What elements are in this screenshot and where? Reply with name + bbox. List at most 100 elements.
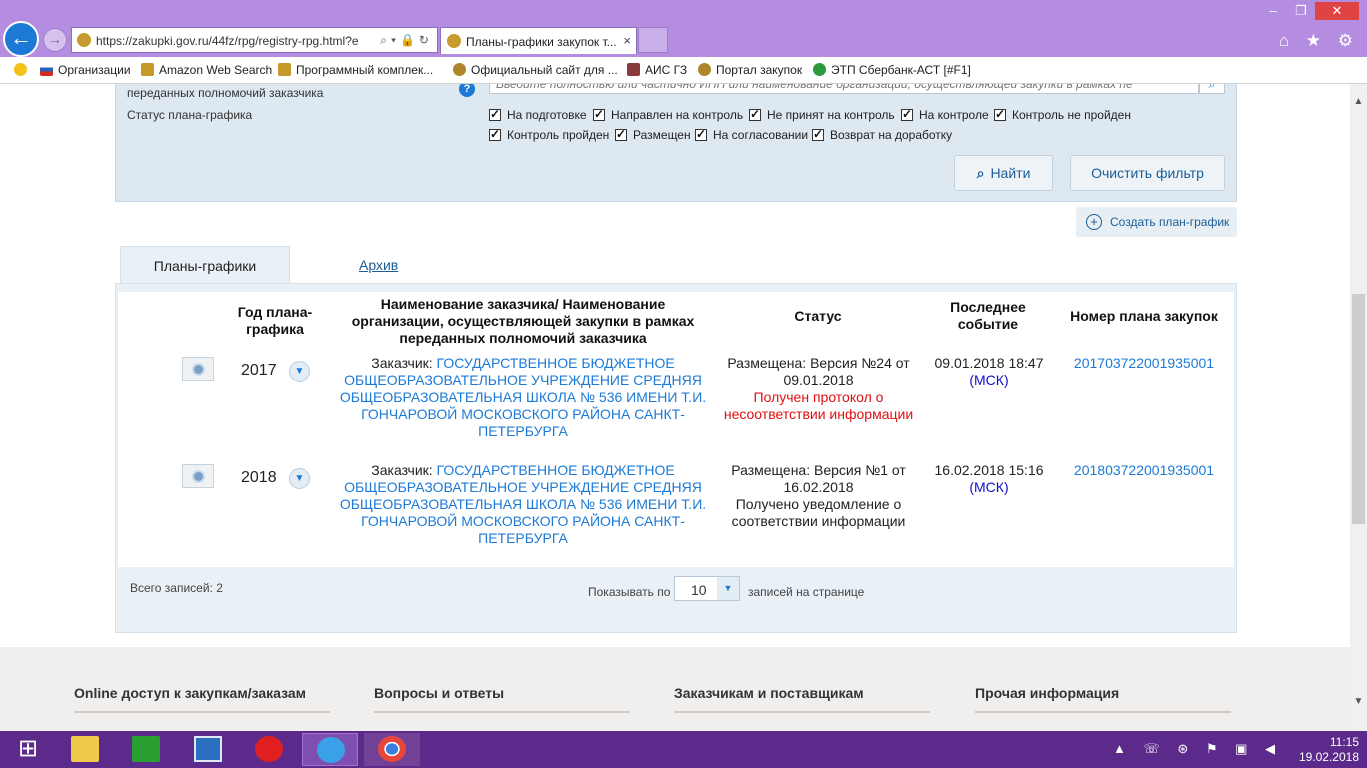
footer-heading[interactable]: Online доступ к закупкам/заказам (74, 685, 306, 701)
plan-number-link[interactable]: 201803722001935001 (1060, 462, 1228, 479)
minimize-button[interactable]: – (1259, 3, 1287, 18)
emblem-icon (698, 63, 711, 76)
start-icon: ⊞ (17, 735, 39, 762)
status-checkbox[interactable]: На контроле (901, 107, 989, 122)
chevron-down-icon[interactable]: ▼ (289, 468, 310, 489)
find-button[interactable]: ⌕ Найти (954, 155, 1053, 191)
tab-close-icon[interactable]: × (623, 33, 631, 48)
create-plan-button[interactable]: + Создать план-график (1076, 207, 1237, 237)
status-checkbox[interactable]: Возврат на доработку (812, 127, 952, 142)
status-checkbox[interactable]: На подготовке (489, 107, 587, 122)
view-plan-button[interactable] (182, 464, 214, 488)
favorite-item[interactable]: ЭТП Сбербанк-АСТ [#F1] (813, 63, 971, 77)
total-records: Всего записей: 2 (130, 581, 223, 595)
status-checkbox[interactable]: На согласовании (695, 127, 808, 142)
column-header-last-event[interactable]: Последнее событие (933, 299, 1043, 333)
chevron-down-icon[interactable]: ▼ (717, 577, 739, 600)
forward-arrow-icon: → (48, 31, 62, 47)
per-page-label: записей на странице (748, 585, 865, 599)
footer-divider (975, 711, 1231, 713)
favorite-item[interactable]: Amazon Web Search (141, 63, 272, 77)
status-checkbox[interactable]: Направлен на контроль (593, 107, 743, 122)
clock[interactable]: 11:15 19.02.2018 (1299, 735, 1359, 765)
plan-number-link[interactable]: 201703722001935001 (1060, 355, 1228, 372)
award-icon (192, 363, 205, 376)
back-button[interactable]: ← (3, 21, 39, 57)
footer-heading[interactable]: Заказчикам и поставщикам (674, 685, 864, 701)
column-header-status[interactable]: Статус (723, 308, 913, 325)
favorite-item[interactable]: АИС ГЗ (627, 63, 687, 77)
tab-archive[interactable]: Архив (359, 257, 398, 273)
page-content: переданных полномочий заказчика ? ⌕ Стат… (0, 84, 1350, 731)
plan-year: 2017 (241, 362, 277, 379)
address-bar[interactable]: https://zakupki.gov.ru/44fz/rpg/registry… (71, 27, 438, 53)
tab-title: Планы-графики закупок т... (466, 35, 617, 49)
address-url[interactable]: https://zakupki.gov.ru/44fz/rpg/registry… (96, 34, 364, 48)
chrome-icon (378, 736, 406, 762)
restore-button[interactable]: ❐ (1287, 3, 1315, 19)
footer-heading[interactable]: Вопросы и ответы (374, 685, 504, 701)
organization-search-input[interactable] (489, 84, 1199, 94)
sberbank-icon (813, 63, 826, 76)
clear-filter-button[interactable]: Очистить фильтр (1070, 155, 1225, 191)
favorite-item[interactable]: Организации (40, 63, 131, 77)
browser-titlebar: ← → https://zakupki.gov.ru/44fz/rpg/regi… (0, 0, 1367, 57)
taskbar-app[interactable] (241, 733, 297, 766)
help-icon[interactable]: ? (459, 84, 475, 97)
column-header-customer[interactable]: Наименование заказчика/ Наименование орг… (336, 296, 710, 347)
ie-page-icon (278, 63, 291, 76)
page-size-select[interactable]: 10 ▼ (674, 576, 740, 601)
view-plan-button[interactable] (182, 357, 214, 381)
scrollbar-thumb[interactable] (1352, 294, 1365, 524)
taskbar-app[interactable] (180, 733, 236, 766)
status-checkbox[interactable]: Не принят на контроль (749, 107, 895, 122)
status-note: Получен протокол о несоответствии информ… (723, 389, 914, 422)
taskbar-app-active[interactable] (302, 733, 358, 766)
taskbar: ⊞ ▲ ☏ ⊛ ⚑ ▣ ◀ 11:15 19.02.2018 (0, 731, 1367, 768)
column-header-plan-number[interactable]: Номер плана закупок (1060, 308, 1228, 325)
footer-divider (374, 711, 630, 713)
toolbar-home-favorites-settings-icon[interactable]: ⌂ ★ ⚙ (1279, 31, 1359, 51)
status-cell: Размещена: Версия №1 от 16.02.2018 Получе… (717, 462, 920, 530)
status-checkbox[interactable]: Контроль пройден (489, 127, 609, 142)
column-header-year[interactable]: Год плана-графика (230, 304, 320, 338)
page-size-value: 10 (691, 582, 707, 598)
chevron-down-icon[interactable]: ▼ (289, 361, 310, 382)
forward-button[interactable]: → (43, 28, 67, 52)
favorite-item[interactable]: Программный комплек... (278, 63, 433, 77)
tools-icon (627, 63, 640, 76)
vertical-scrollbar[interactable]: ▲ ▼ (1350, 84, 1367, 731)
last-event-cell: 16.02.2018 15:16 (МСК) (934, 462, 1044, 495)
favorite-item[interactable]: Официальный сайт для ... (453, 63, 618, 77)
footer-divider (74, 711, 330, 713)
new-tab-button[interactable] (638, 27, 668, 53)
status-checkbox[interactable]: Контроль не пройден (994, 107, 1131, 122)
favorite-item[interactable]: Портал закупок (698, 63, 802, 77)
taskbar-app[interactable] (364, 733, 420, 766)
taskbar-app[interactable] (118, 733, 174, 766)
yandex-icon (255, 736, 283, 762)
ie-page-icon (141, 63, 154, 76)
taskbar-app[interactable] (57, 733, 113, 766)
status-note: Получено уведомление о соответствии инфо… (731, 496, 906, 529)
results-panel: Год плана-графика Наименование заказчика… (115, 283, 1237, 633)
plan-year: 2018 (241, 469, 277, 486)
filter-label-status: Статус плана-графика (127, 108, 253, 122)
system-tray-icons[interactable]: ▲ ☏ ⊛ ⚑ ▣ ◀ (1113, 741, 1282, 757)
footer-divider (674, 711, 930, 713)
back-arrow-icon: ← (10, 25, 32, 50)
start-button[interactable]: ⊞ (0, 733, 56, 766)
close-window-button[interactable]: ✕ (1315, 2, 1359, 20)
window-controls: – ❐ ✕ (1259, 2, 1359, 20)
favorites-star-icon[interactable] (14, 63, 32, 77)
footer-heading[interactable]: Прочая информация (975, 685, 1119, 701)
scroll-up-icon[interactable]: ▲ (1350, 96, 1367, 110)
tab-plans[interactable]: Планы-графики (120, 246, 290, 284)
tab-active[interactable]: Планы-графики закупок т... × (440, 27, 637, 54)
favorites-bar: Организации Amazon Web Search Программны… (0, 57, 1367, 84)
status-checkbox[interactable]: Размещен (615, 127, 691, 142)
scroll-down-icon[interactable]: ▼ (1350, 696, 1367, 710)
address-actions-icon[interactable]: ⌕▾🔒↻ (380, 33, 433, 48)
page-size-label: Показывать по (588, 585, 671, 599)
search-icon[interactable]: ⌕ (1199, 84, 1225, 94)
